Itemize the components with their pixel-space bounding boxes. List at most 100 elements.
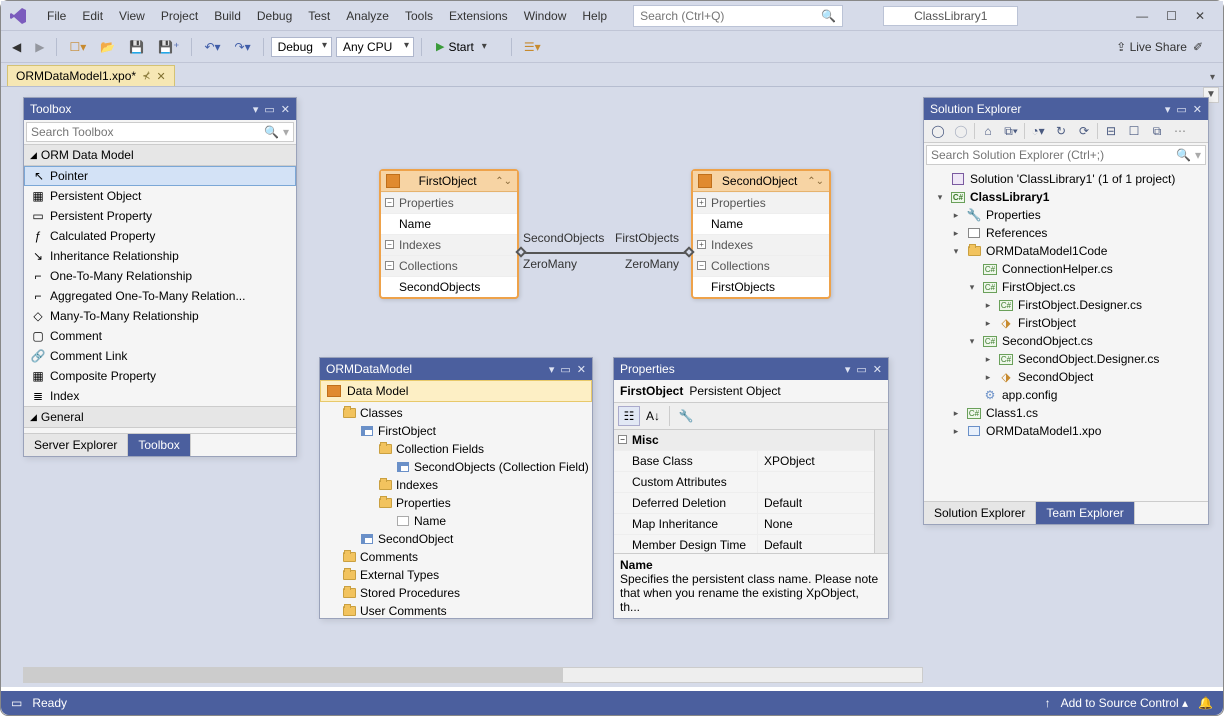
tree-node[interactable]: Classes	[320, 404, 592, 422]
expand-chevron-icon[interactable]: ▸	[982, 300, 994, 311]
panel-menu-icon[interactable]: ▾	[845, 363, 851, 376]
model-explorer-titlebar[interactable]: ORMDataModel ▾ ▭ ✕	[320, 358, 592, 380]
solution-node[interactable]: ▾ORMDataModel1Code	[924, 242, 1208, 260]
toolbox-item[interactable]: ⌐Aggregated One-To-Many Relation...	[24, 286, 296, 306]
property-row[interactable]: Name	[693, 213, 829, 234]
toolbox-item[interactable]: ▭Persistent Property	[24, 206, 296, 226]
refresh-icon[interactable]: ⟳	[1074, 122, 1094, 140]
property-row[interactable]: Base ClassXPObject	[614, 450, 874, 471]
chevron-icon[interactable]: ⌃⌄	[807, 176, 824, 187]
document-tab[interactable]: ORMDataModel1.xpo* ⊀ ✕	[7, 65, 175, 86]
menu-analyze[interactable]: Analyze	[338, 5, 397, 27]
tree-node[interactable]: Properties	[320, 494, 592, 512]
tree-node[interactable]: SecondObjects (Collection Field)	[320, 458, 592, 476]
expand-chevron-icon[interactable]: ▸	[950, 228, 962, 239]
toolbox-item[interactable]: ▦Composite Property	[24, 366, 296, 386]
nav-back-icon[interactable]: ◯	[928, 122, 948, 140]
property-value[interactable]: None	[757, 514, 874, 534]
property-value[interactable]: Default	[757, 535, 874, 553]
search-options-icon[interactable]: ▾	[1195, 148, 1201, 162]
nav-fwd-button[interactable]: ▶	[30, 37, 49, 57]
entity-firstobject[interactable]: FirstObject ⌃⌄ −Properties Name −Indexes…	[379, 169, 519, 299]
section-indexes[interactable]: +Indexes	[693, 234, 829, 255]
toolbox-titlebar[interactable]: Toolbox ▾ ▭ ✕	[24, 98, 296, 120]
toolbox-item[interactable]: ◇Many-To-Many Relationship	[24, 306, 296, 326]
tab-solution-explorer[interactable]: Solution Explorer	[924, 502, 1036, 524]
toolbox-item[interactable]: ≣Index	[24, 386, 296, 406]
chevron-icon[interactable]: ⌃⌄	[495, 176, 512, 187]
expand-chevron-icon[interactable]: ▸	[950, 408, 962, 419]
pin-icon[interactable]: ▭	[560, 363, 570, 376]
menu-window[interactable]: Window	[516, 5, 575, 27]
alphabetical-button[interactable]: A↓	[642, 406, 664, 426]
toolbox-search[interactable]: 🔍 ▾	[26, 122, 294, 142]
entity-secondobject[interactable]: SecondObject ⌃⌄ +Properties Name +Indexe…	[691, 169, 831, 299]
solution-explorer-titlebar[interactable]: Solution Explorer ▾ ▭ ✕	[924, 98, 1208, 120]
close-icon[interactable]: ✕	[873, 363, 882, 376]
toolbox-item[interactable]: 🔗Comment Link	[24, 346, 296, 366]
toolbox-item[interactable]: ⌐One-To-Many Relationship	[24, 266, 296, 286]
config-combo[interactable]: Debug	[271, 37, 332, 57]
property-value[interactable]: XPObject	[757, 451, 874, 471]
expand-chevron-icon[interactable]: ▾	[966, 282, 978, 293]
tree-node[interactable]: Collection Fields	[320, 440, 592, 458]
panel-menu-icon[interactable]: ▾	[253, 103, 259, 116]
solution-node[interactable]: ▸C#SecondObject.Designer.cs	[924, 350, 1208, 368]
solution-explorer-search[interactable]: 🔍 ▾	[926, 145, 1206, 165]
tab-overflow-icon[interactable]: ▾	[1202, 69, 1223, 86]
preview-icon[interactable]: ⋯	[1170, 122, 1190, 140]
toolbox-search-input[interactable]	[31, 125, 264, 139]
platform-combo[interactable]: Any CPU	[336, 37, 414, 57]
tree-node[interactable]: SecondObject	[320, 530, 592, 548]
solution-node[interactable]: ▸⬗SecondObject	[924, 368, 1208, 386]
feedback-icon[interactable]: ✐	[1193, 40, 1203, 54]
solution-node[interactable]: ▾C#SecondObject.cs	[924, 332, 1208, 350]
pin-icon[interactable]: ⊀	[142, 71, 150, 82]
section-properties[interactable]: −Properties	[381, 192, 517, 213]
solution-node[interactable]: Solution 'ClassLibrary1' (1 of 1 project…	[924, 170, 1208, 188]
properties-subject[interactable]: FirstObject Persistent Object	[614, 380, 888, 403]
menu-build[interactable]: Build	[206, 5, 249, 27]
properties-icon[interactable]: ⧉	[1147, 122, 1167, 140]
close-button[interactable]: ✕	[1195, 9, 1205, 23]
tree-node[interactable]: External Types	[320, 566, 592, 584]
tree-node[interactable]: User Comments	[320, 602, 592, 618]
relationship-line[interactable]	[521, 252, 689, 254]
model-root[interactable]: Data Model	[320, 380, 592, 402]
redo-button[interactable]: ↷▾	[230, 37, 256, 57]
menu-extensions[interactable]: Extensions	[441, 5, 516, 27]
maximize-button[interactable]: ☐	[1166, 9, 1177, 23]
property-row[interactable]: Map InheritanceNone	[614, 513, 874, 534]
toolbar-overflow-button[interactable]: ☰▾	[519, 37, 546, 57]
notifications-icon[interactable]: 🔔	[1198, 696, 1213, 710]
expand-chevron-icon[interactable]: ▾	[966, 336, 978, 347]
close-icon[interactable]: ✕	[281, 103, 290, 116]
section-indexes[interactable]: −Indexes	[381, 234, 517, 255]
solution-node[interactable]: C#ConnectionHelper.cs	[924, 260, 1208, 278]
toolbox-category[interactable]: ◢ General	[24, 406, 296, 428]
collection-row[interactable]: SecondObjects	[381, 276, 517, 297]
scrollbar[interactable]	[874, 430, 888, 553]
tree-node[interactable]: Comments	[320, 548, 592, 566]
expand-chevron-icon[interactable]: ▸	[950, 426, 962, 437]
property-category[interactable]: −Misc	[614, 430, 874, 450]
solution-node[interactable]: ▸🔧Properties	[924, 206, 1208, 224]
pin-icon[interactable]: ▭	[856, 363, 866, 376]
solution-node[interactable]: ▾C#FirstObject.cs	[924, 278, 1208, 296]
expand-chevron-icon[interactable]: ▸	[982, 372, 994, 383]
clear-icon[interactable]: ▾	[283, 125, 289, 139]
tree-node[interactable]: Stored Procedures	[320, 584, 592, 602]
properties-titlebar[interactable]: Properties ▾ ▭ ✕	[614, 358, 888, 380]
section-collections[interactable]: −Collections	[381, 255, 517, 276]
expand-chevron-icon[interactable]: ▸	[950, 210, 962, 221]
quick-launch-search[interactable]: 🔍	[633, 5, 843, 27]
close-icon[interactable]: ✕	[1193, 103, 1202, 116]
switch-views-icon[interactable]: ⧉▾	[1001, 122, 1021, 140]
tree-node[interactable]: FirstObject	[320, 422, 592, 440]
property-value[interactable]: Default	[757, 493, 874, 513]
new-project-button[interactable]: ☐▾	[64, 37, 91, 57]
pending-changes-icon[interactable]: ◔▾	[1028, 122, 1048, 140]
tab-server-explorer[interactable]: Server Explorer	[24, 434, 128, 456]
entity-header[interactable]: SecondObject ⌃⌄	[693, 171, 829, 192]
menu-test[interactable]: Test	[300, 5, 338, 27]
